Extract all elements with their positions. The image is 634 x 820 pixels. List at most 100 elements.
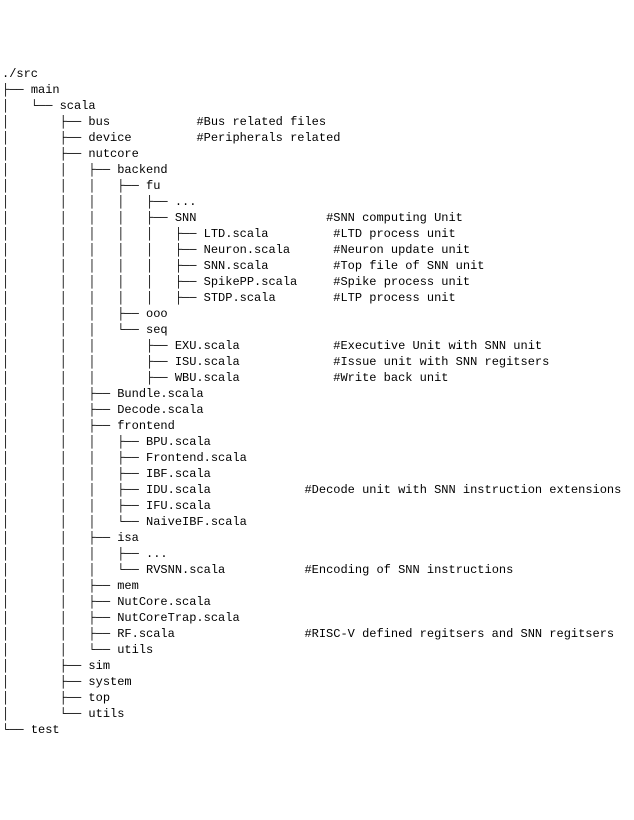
comment-text: #Bus related files <box>196 114 326 130</box>
tree-prefix: │ │ │ ├── <box>2 466 146 482</box>
tree-prefix: │ ├── <box>2 114 88 130</box>
directory-tree: ./src├── main│ └── scala│ ├── bus #Bus r… <box>2 66 632 738</box>
tree-line: │ └── scala <box>2 98 632 114</box>
tree-prefix: │ │ │ ├── <box>2 354 175 370</box>
node-name: Bundle.scala <box>117 386 203 402</box>
node-name: ooo <box>146 306 168 322</box>
tree-line: │ │ │ └── NaiveIBF.scala <box>2 514 632 530</box>
comment-text: #Write back unit <box>333 370 448 386</box>
tree-line: ./src <box>2 66 632 82</box>
node-name: SNN.scala <box>204 258 269 274</box>
node-name: frontend <box>117 418 175 434</box>
tree-prefix: │ │ │ ├── <box>2 306 146 322</box>
tree-prefix: ├── <box>2 82 31 98</box>
tree-line: └── test <box>2 722 632 738</box>
tree-line: │ │ ├── frontend <box>2 418 632 434</box>
comment-text: #SNN computing Unit <box>326 210 463 226</box>
tree-prefix: │ │ ├── <box>2 418 117 434</box>
spacing <box>240 354 334 370</box>
comment-text: #Top file of SNN unit <box>333 258 484 274</box>
tree-prefix: │ │ ├── <box>2 610 117 626</box>
tree-line: │ │ │ │ │ ├── SNN.scala #Top file of SNN… <box>2 258 632 274</box>
node-name: BPU.scala <box>146 434 211 450</box>
tree-prefix: │ │ │ │ ├── <box>2 194 175 210</box>
node-name: ... <box>146 546 168 562</box>
comment-text: #Neuron update unit <box>333 242 470 258</box>
tree-prefix: │ │ │ ├── <box>2 178 146 194</box>
node-name: IDU.scala <box>146 482 211 498</box>
tree-line: │ ├── nutcore <box>2 146 632 162</box>
tree-prefix: │ └── <box>2 706 88 722</box>
comment-text: #Spike process unit <box>333 274 470 290</box>
tree-prefix: │ │ │ ├── <box>2 338 175 354</box>
tree-prefix: │ │ │ └── <box>2 322 146 338</box>
tree-prefix: │ ├── <box>2 674 88 690</box>
spacing <box>110 114 196 130</box>
tree-line: │ │ ├── mem <box>2 578 632 594</box>
tree-line: │ │ ├── Bundle.scala <box>2 386 632 402</box>
tree-prefix: │ │ ├── <box>2 626 117 642</box>
node-name: EXU.scala <box>175 338 240 354</box>
tree-prefix: │ ├── <box>2 130 88 146</box>
tree-prefix: │ │ │ ├── <box>2 450 146 466</box>
node-name: nutcore <box>88 146 138 162</box>
spacing <box>297 274 333 290</box>
spacing <box>268 226 333 242</box>
tree-line: │ │ │ ├── ooo <box>2 306 632 322</box>
tree-line: │ │ │ ├── BPU.scala <box>2 434 632 450</box>
spacing <box>225 562 304 578</box>
tree-line: │ │ │ └── RVSNN.scala #Encoding of SNN i… <box>2 562 632 578</box>
node-name: LTD.scala <box>204 226 269 242</box>
node-name: seq <box>146 322 168 338</box>
spacing <box>196 210 326 226</box>
tree-prefix: │ │ │ │ ├── <box>2 210 175 226</box>
tree-prefix: │ │ ├── <box>2 530 117 546</box>
node-name: main <box>31 82 60 98</box>
tree-prefix: │ └── <box>2 98 60 114</box>
tree-line: │ │ │ ├── IDU.scala #Decode unit with SN… <box>2 482 632 498</box>
tree-line: │ │ │ ├── Frontend.scala <box>2 450 632 466</box>
tree-line: │ │ │ │ ├── ... <box>2 194 632 210</box>
node-name: mem <box>117 578 139 594</box>
node-name: utils <box>88 706 124 722</box>
node-name: SNN <box>175 210 197 226</box>
tree-line: │ │ │ │ ├── SNN #SNN computing Unit <box>2 210 632 226</box>
tree-line: │ │ │ ├── fu <box>2 178 632 194</box>
tree-line: │ └── utils <box>2 706 632 722</box>
tree-prefix: │ │ │ │ │ ├── <box>2 242 204 258</box>
node-name: fu <box>146 178 160 194</box>
node-name: src <box>16 66 38 82</box>
node-name: bus <box>88 114 110 130</box>
tree-line: │ │ │ ├── EXU.scala #Executive Unit with… <box>2 338 632 354</box>
node-name: backend <box>117 162 167 178</box>
tree-line: │ │ ├── isa <box>2 530 632 546</box>
spacing <box>175 626 305 642</box>
tree-prefix: │ │ │ ├── <box>2 546 146 562</box>
tree-line: │ │ │ │ │ ├── Neuron.scala #Neuron updat… <box>2 242 632 258</box>
node-name: IBF.scala <box>146 466 211 482</box>
tree-prefix: │ │ │ ├── <box>2 498 146 514</box>
node-name: Frontend.scala <box>146 450 247 466</box>
tree-line: │ │ │ │ │ ├── SpikePP.scala #Spike proce… <box>2 274 632 290</box>
tree-line: ├── main <box>2 82 632 98</box>
tree-line: │ ├── sim <box>2 658 632 674</box>
tree-prefix: ./ <box>2 66 16 82</box>
tree-line: │ ├── system <box>2 674 632 690</box>
tree-prefix: │ │ │ ├── <box>2 482 146 498</box>
tree-prefix: │ │ │ │ │ ├── <box>2 274 204 290</box>
tree-line: │ │ │ │ │ ├── STDP.scala #LTP process un… <box>2 290 632 306</box>
tree-prefix: │ │ ├── <box>2 594 117 610</box>
comment-text: #Executive Unit with SNN unit <box>333 338 542 354</box>
tree-prefix: │ │ └── <box>2 642 117 658</box>
node-name: SpikePP.scala <box>204 274 298 290</box>
node-name: sim <box>88 658 110 674</box>
tree-prefix: │ │ │ ├── <box>2 370 175 386</box>
node-name: device <box>88 130 131 146</box>
tree-prefix: │ │ │ └── <box>2 562 146 578</box>
node-name: top <box>88 690 110 706</box>
node-name: ISU.scala <box>175 354 240 370</box>
spacing <box>132 130 197 146</box>
node-name: isa <box>117 530 139 546</box>
tree-line: │ ├── device #Peripherals related <box>2 130 632 146</box>
tree-line: │ │ │ ├── IBF.scala <box>2 466 632 482</box>
